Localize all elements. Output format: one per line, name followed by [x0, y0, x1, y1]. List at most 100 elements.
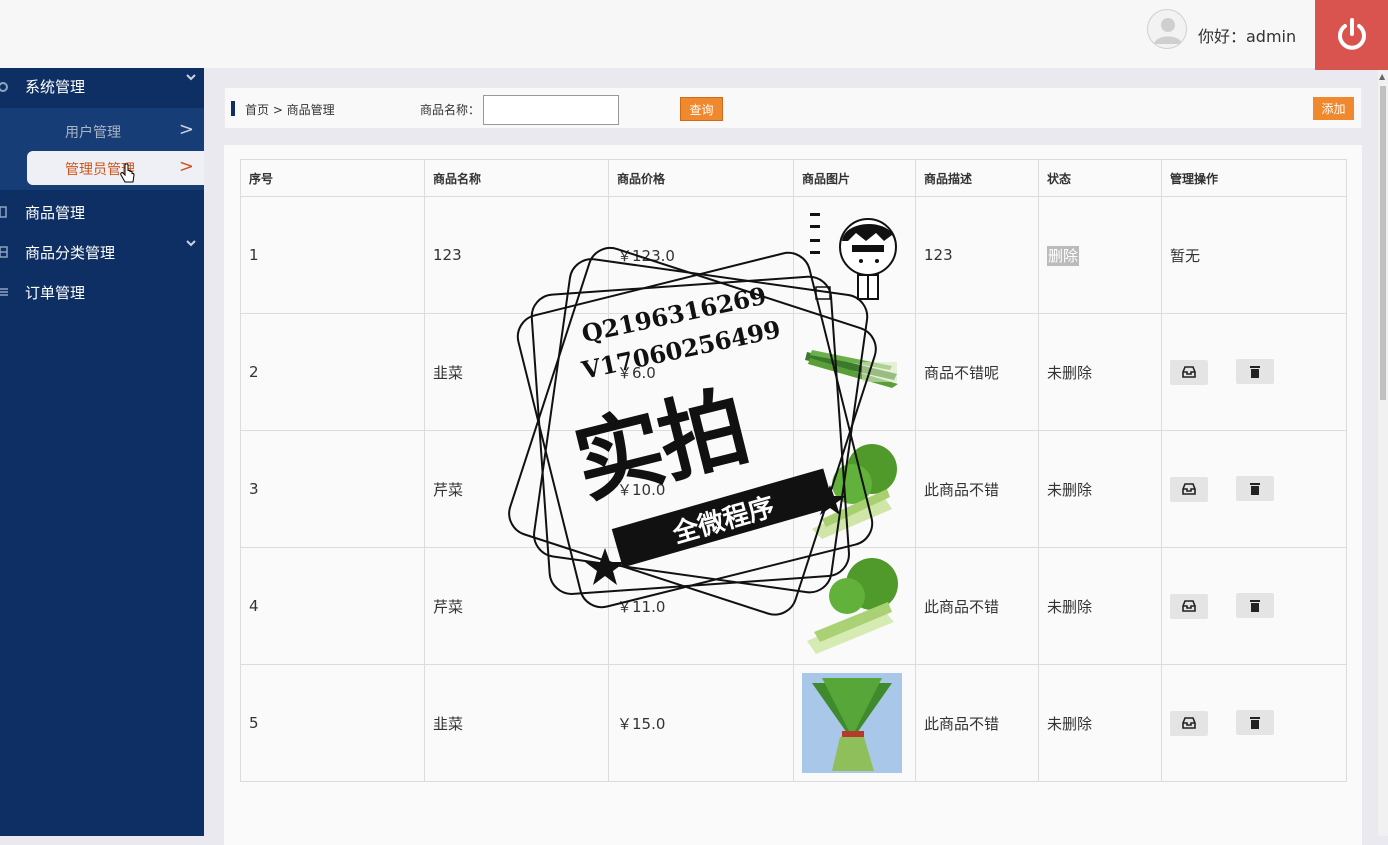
- cell-id: 2: [240, 313, 425, 431]
- breadcrumb-marker: [231, 101, 235, 116]
- cell-name: 韭菜: [424, 664, 609, 782]
- sidebar-item-admins[interactable]: 管理员管理 >: [27, 151, 204, 185]
- delete-button[interactable]: [1235, 476, 1274, 502]
- chevron-right-icon: >: [178, 156, 194, 177]
- edit-button[interactable]: [1170, 476, 1208, 502]
- cell-ops: [1161, 664, 1347, 782]
- user-greeting: 你好：admin: [1198, 27, 1297, 46]
- add-button[interactable]: 添加: [1313, 97, 1354, 120]
- list-icon: [0, 288, 8, 296]
- inbox-icon: [1182, 717, 1196, 730]
- cell-desc: 此商品不错: [915, 547, 1039, 665]
- cell-ops: [1161, 547, 1347, 665]
- inbox-icon: [1182, 483, 1196, 496]
- sidebar-item-users[interactable]: 用户管理 >: [0, 114, 204, 148]
- query-button[interactable]: 查询: [680, 97, 723, 121]
- table-header-row: 序号 商品名称 商品价格 商品图片 商品描述 状态 管理操作: [240, 159, 1347, 197]
- table-row: 2 韭菜 ￥6.0 商品不错呢 未删除: [240, 313, 1347, 431]
- sidebar-item-orders[interactable]: 订单管理: [0, 274, 204, 310]
- user-avatar-icon[interactable]: [1147, 9, 1187, 49]
- edit-button[interactable]: [1170, 710, 1208, 736]
- trash-icon: [1249, 483, 1260, 496]
- column-header: 管理操作: [1161, 159, 1347, 197]
- trash-icon: [1249, 717, 1260, 730]
- cell-ops: [1161, 430, 1347, 548]
- trash-icon: [1249, 600, 1260, 613]
- table-row: 5 韭菜 ￥15.0 此商品不错 未删除: [240, 664, 1347, 782]
- table-row: 3 芹菜 ￥10.0 此商品不错 未删除: [240, 430, 1347, 548]
- cell-price: ￥15.0: [608, 664, 794, 782]
- system-submenu: 用户管理 > 管理员管理 >: [0, 108, 204, 190]
- cell-status: 未删除: [1038, 430, 1162, 548]
- table-row: 1 123 ￥123.0 123 删除 暂无: [240, 196, 1347, 314]
- scroll-up-icon[interactable]: ▲: [1379, 72, 1385, 81]
- cell-desc: 此商品不错: [915, 664, 1039, 782]
- sidebar-item-products[interactable]: 商品管理: [0, 194, 204, 230]
- chevron-right-icon: >: [178, 119, 194, 140]
- cell-ops: [1161, 313, 1347, 431]
- table-row: 4 芹菜 ￥11.0 此商品不错 未删除: [240, 547, 1347, 665]
- trash-icon: [1249, 366, 1260, 379]
- grid-icon: [0, 206, 7, 218]
- cell-status: 未删除: [1038, 313, 1162, 431]
- search-label: 商品名称：: [420, 103, 481, 117]
- cell-image: [793, 196, 916, 314]
- sidebar-item-categories[interactable]: 商品分类管理: [0, 234, 204, 270]
- inbox-icon: [1182, 600, 1196, 613]
- cell-status: 删除: [1038, 196, 1162, 314]
- cell-name: 韭菜: [424, 313, 609, 431]
- chives-bundle-image: [802, 673, 902, 773]
- chevron-down-icon: [186, 240, 196, 247]
- column-header: 序号: [240, 159, 425, 197]
- vertical-scrollbar[interactable]: ▲: [1378, 70, 1388, 836]
- cell-image: [793, 547, 916, 665]
- edit-button[interactable]: [1170, 593, 1208, 619]
- cell-desc: 此商品不错: [915, 430, 1039, 548]
- cell-status: 未删除: [1038, 664, 1162, 782]
- delete-button[interactable]: [1235, 593, 1274, 619]
- delete-button[interactable]: [1235, 710, 1274, 736]
- chevron-down-icon: [186, 74, 196, 81]
- product-table: 序号 商品名称 商品价格 商品图片 商品描述 状态 管理操作 1 123 ￥12…: [240, 159, 1347, 782]
- sidebar-subitem-label: 用户管理: [65, 125, 121, 141]
- cell-name: 芹菜: [424, 430, 609, 548]
- sidebar-item-label: 商品分类管理: [25, 243, 116, 262]
- column-header: 商品价格: [608, 159, 794, 197]
- edit-button[interactable]: [1170, 359, 1208, 385]
- sidebar-item-label: 系统管理: [25, 77, 86, 96]
- sidebar-item-label: 商品管理: [25, 203, 86, 222]
- scroll-thumb[interactable]: [1380, 86, 1386, 400]
- cell-image: [793, 313, 916, 431]
- hand-cursor-icon: [120, 163, 135, 183]
- cell-id: 4: [240, 547, 425, 665]
- cell-id: 3: [240, 430, 425, 548]
- cell-price: ￥6.0: [608, 313, 794, 431]
- power-icon: [1337, 18, 1366, 50]
- cell-name: 芹菜: [424, 547, 609, 665]
- chives-image: [802, 322, 902, 422]
- product-name-input[interactable]: [483, 95, 619, 125]
- cell-desc: 商品不错呢: [915, 313, 1039, 431]
- table-icon: [0, 246, 8, 258]
- cell-id: 5: [240, 664, 425, 782]
- cell-id: 1: [240, 196, 425, 314]
- cell-image: [793, 664, 916, 782]
- cell-price: ￥11.0: [608, 547, 794, 665]
- top-header: 你好：admin: [0, 0, 1388, 70]
- cell-price: ￥123.0: [608, 196, 794, 314]
- breadcrumb[interactable]: 首页 > 商品管理: [245, 101, 335, 118]
- cartoon-image: [802, 205, 902, 305]
- status-badge: 删除: [1047, 245, 1080, 266]
- search-toolbar: 首页 > 商品管理 商品名称： 查询 添加: [224, 87, 1362, 129]
- sidebar: 系统管理 用户管理 > 管理员管理 > 商品管理 商品分类管理 订单管理: [0, 68, 204, 836]
- column-header: 状态: [1038, 159, 1162, 197]
- celery-image: [802, 556, 902, 656]
- sidebar-item-system[interactable]: 系统管理: [0, 68, 204, 104]
- column-header: 商品图片: [793, 159, 916, 197]
- column-header: 商品描述: [915, 159, 1039, 197]
- cell-status: 未删除: [1038, 547, 1162, 665]
- delete-button[interactable]: [1235, 359, 1274, 385]
- cell-image: [793, 430, 916, 548]
- cell-price: ￥10.0: [608, 430, 794, 548]
- logout-button[interactable]: [1315, 0, 1388, 70]
